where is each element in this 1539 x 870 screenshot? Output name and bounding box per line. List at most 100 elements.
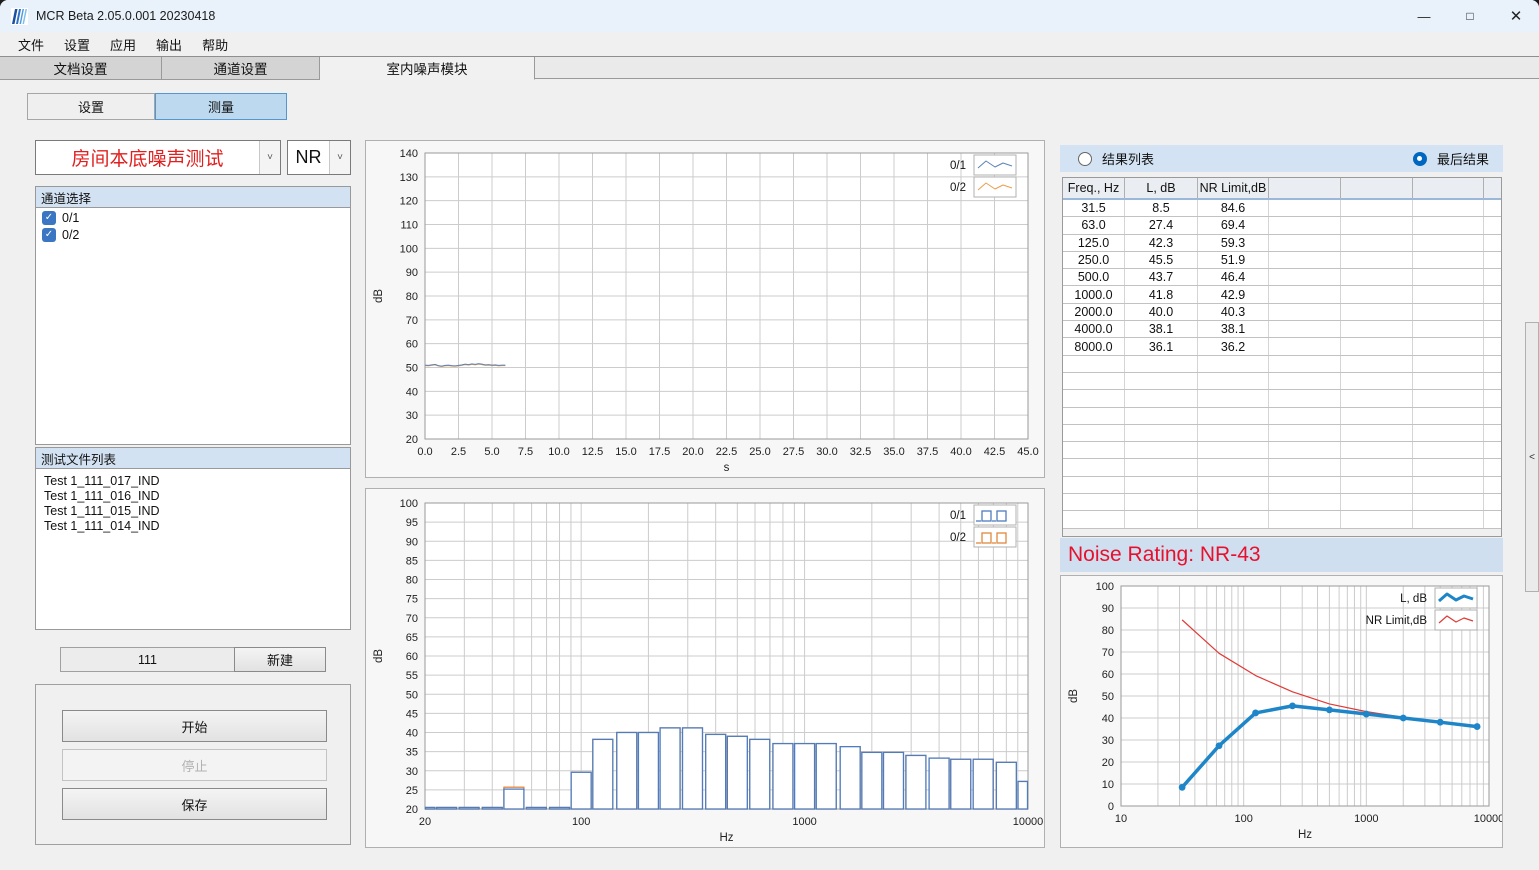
legend-item-0/2[interactable]	[974, 527, 1016, 547]
tab-bar-filler	[535, 57, 1539, 79]
menu-item-帮助[interactable]: 帮助	[192, 32, 238, 57]
maximize-button[interactable]: □	[1447, 0, 1493, 32]
table-cell	[1413, 269, 1484, 285]
tab-1[interactable]: 文档设置	[0, 57, 162, 80]
table-cell	[1269, 269, 1341, 285]
last-result-radio[interactable]	[1413, 152, 1427, 166]
menu-item-文件[interactable]: 文件	[8, 32, 54, 57]
table-cell: 84.6	[1198, 200, 1269, 216]
table-cell	[1269, 338, 1341, 354]
chevron-down-icon[interactable]: ˅	[259, 141, 280, 174]
legend-item-0/2[interactable]	[974, 177, 1016, 197]
table-row[interactable]	[1063, 442, 1501, 459]
tab-2[interactable]: 通道设置	[162, 57, 320, 80]
table-cell	[1269, 373, 1341, 389]
channel-item[interactable]: ✓ 0/2	[36, 225, 350, 242]
table-row[interactable]: 63.027.469.4	[1063, 217, 1501, 234]
svg-text:70: 70	[1102, 647, 1114, 659]
legend-item-0/1[interactable]	[974, 505, 1016, 525]
table-row[interactable]: 8000.036.136.2	[1063, 338, 1501, 355]
table-cell	[1413, 425, 1484, 441]
test-file-item[interactable]: Test 1_111_014_IND	[36, 518, 350, 533]
table-row[interactable]	[1063, 390, 1501, 407]
table-cell	[1269, 252, 1341, 268]
table-row[interactable]	[1063, 425, 1501, 442]
channel-list[interactable]: ✓0/1✓0/2	[35, 208, 351, 445]
table-cell: 1000.0	[1063, 286, 1125, 302]
table-row[interactable]	[1063, 459, 1501, 476]
svg-text:80: 80	[1102, 625, 1114, 637]
table-row[interactable]: 1000.041.842.9	[1063, 286, 1501, 303]
table-row[interactable]: 500.043.746.4	[1063, 269, 1501, 286]
test-file-list[interactable]: Test 1_111_017_INDTest 1_111_016_INDTest…	[35, 469, 351, 630]
svg-text:0: 0	[1108, 801, 1114, 813]
checkbox-icon[interactable]: ✓	[42, 211, 56, 225]
table-cell	[1269, 235, 1341, 251]
table-row[interactable]: 4000.038.138.1	[1063, 321, 1501, 338]
legend-item-L, dB[interactable]	[1435, 588, 1477, 608]
table-cell	[1413, 338, 1484, 354]
table-cell: 45.5	[1125, 252, 1198, 268]
tab-3[interactable]: 室内噪声模块	[320, 57, 535, 80]
menu-item-设置[interactable]: 设置	[54, 32, 100, 57]
result-list-radio[interactable]	[1078, 152, 1092, 166]
test-name-input[interactable]	[60, 647, 235, 672]
table-row[interactable]	[1063, 511, 1501, 528]
table-cell: 46.4	[1198, 269, 1269, 285]
minimize-button[interactable]: —	[1401, 0, 1447, 32]
channel-label: 0/2	[62, 228, 79, 242]
spectrum-bar-chart: 2025303540455055606570758085909510020100…	[365, 488, 1045, 848]
table-cell	[1269, 321, 1341, 337]
chevron-down-icon[interactable]: ˅	[329, 141, 350, 174]
svg-text:40.0: 40.0	[950, 446, 971, 458]
table-cell: 8000.0	[1063, 338, 1125, 354]
menu-item-应用[interactable]: 应用	[100, 32, 146, 57]
table-cell	[1341, 494, 1413, 510]
checkbox-icon[interactable]: ✓	[42, 228, 56, 242]
table-cell: 4000.0	[1063, 321, 1125, 337]
table-row[interactable]: 125.042.359.3	[1063, 235, 1501, 252]
svg-text:10000: 10000	[1013, 816, 1044, 828]
channel-item[interactable]: ✓0/1	[36, 208, 350, 225]
new-button[interactable]: 新建	[234, 647, 326, 672]
table-row[interactable]	[1063, 356, 1501, 373]
results-table[interactable]: Freq., HzL, dBNR Limit,dB 31.58.584.663.…	[1062, 177, 1502, 537]
table-cell	[1125, 494, 1198, 510]
test-type-combobox[interactable]: 房间本底噪声测试 ˅	[35, 140, 281, 175]
save-button[interactable]: 保存	[62, 788, 327, 820]
svg-text:20: 20	[1102, 757, 1114, 769]
subtab-1[interactable]: 设置	[27, 93, 155, 120]
test-file-item[interactable]: Test 1_111_016_IND	[36, 488, 350, 503]
collapse-panel-handle[interactable]: <	[1525, 322, 1539, 592]
legend-item-0/1[interactable]	[974, 155, 1016, 175]
start-button[interactable]: 开始	[62, 710, 327, 742]
table-cell	[1413, 390, 1484, 406]
stop-button[interactable]: 停止	[62, 749, 327, 781]
test-file-item[interactable]: Test 1_111_015_IND	[36, 503, 350, 518]
close-button[interactable]: ✕	[1493, 0, 1539, 32]
table-row[interactable]: 2000.040.040.3	[1063, 304, 1501, 321]
result-list-label: 结果列表	[1102, 149, 1154, 168]
level-vs-time-chart: 20304050607080901001101201301400.02.55.0…	[365, 140, 1045, 478]
test-file-item[interactable]: Test 1_111_017_IND	[36, 473, 350, 488]
svg-text:0.0: 0.0	[417, 446, 432, 458]
table-row[interactable]	[1063, 494, 1501, 511]
svg-text:30: 30	[406, 766, 418, 778]
table-row[interactable]: 31.58.584.6	[1063, 200, 1501, 217]
table-cell	[1413, 235, 1484, 251]
table-row[interactable]	[1063, 477, 1501, 494]
table-row[interactable]	[1063, 373, 1501, 390]
legend-item-NR Limit,dB[interactable]	[1435, 610, 1477, 630]
table-cell	[1063, 425, 1125, 441]
svg-text:dB: dB	[1068, 689, 1080, 703]
subtab-2[interactable]: 测量	[155, 93, 287, 120]
rating-standard-combobox[interactable]: NR ˅	[287, 140, 351, 175]
table-cell: 42.3	[1125, 235, 1198, 251]
table-cell	[1063, 477, 1125, 493]
table-row[interactable]: 250.045.551.9	[1063, 252, 1501, 269]
table-row[interactable]	[1063, 408, 1501, 425]
table-cell	[1413, 252, 1484, 268]
table-cell	[1413, 200, 1484, 216]
menu-item-输出[interactable]: 输出	[146, 32, 192, 57]
svg-text:50: 50	[406, 689, 418, 701]
